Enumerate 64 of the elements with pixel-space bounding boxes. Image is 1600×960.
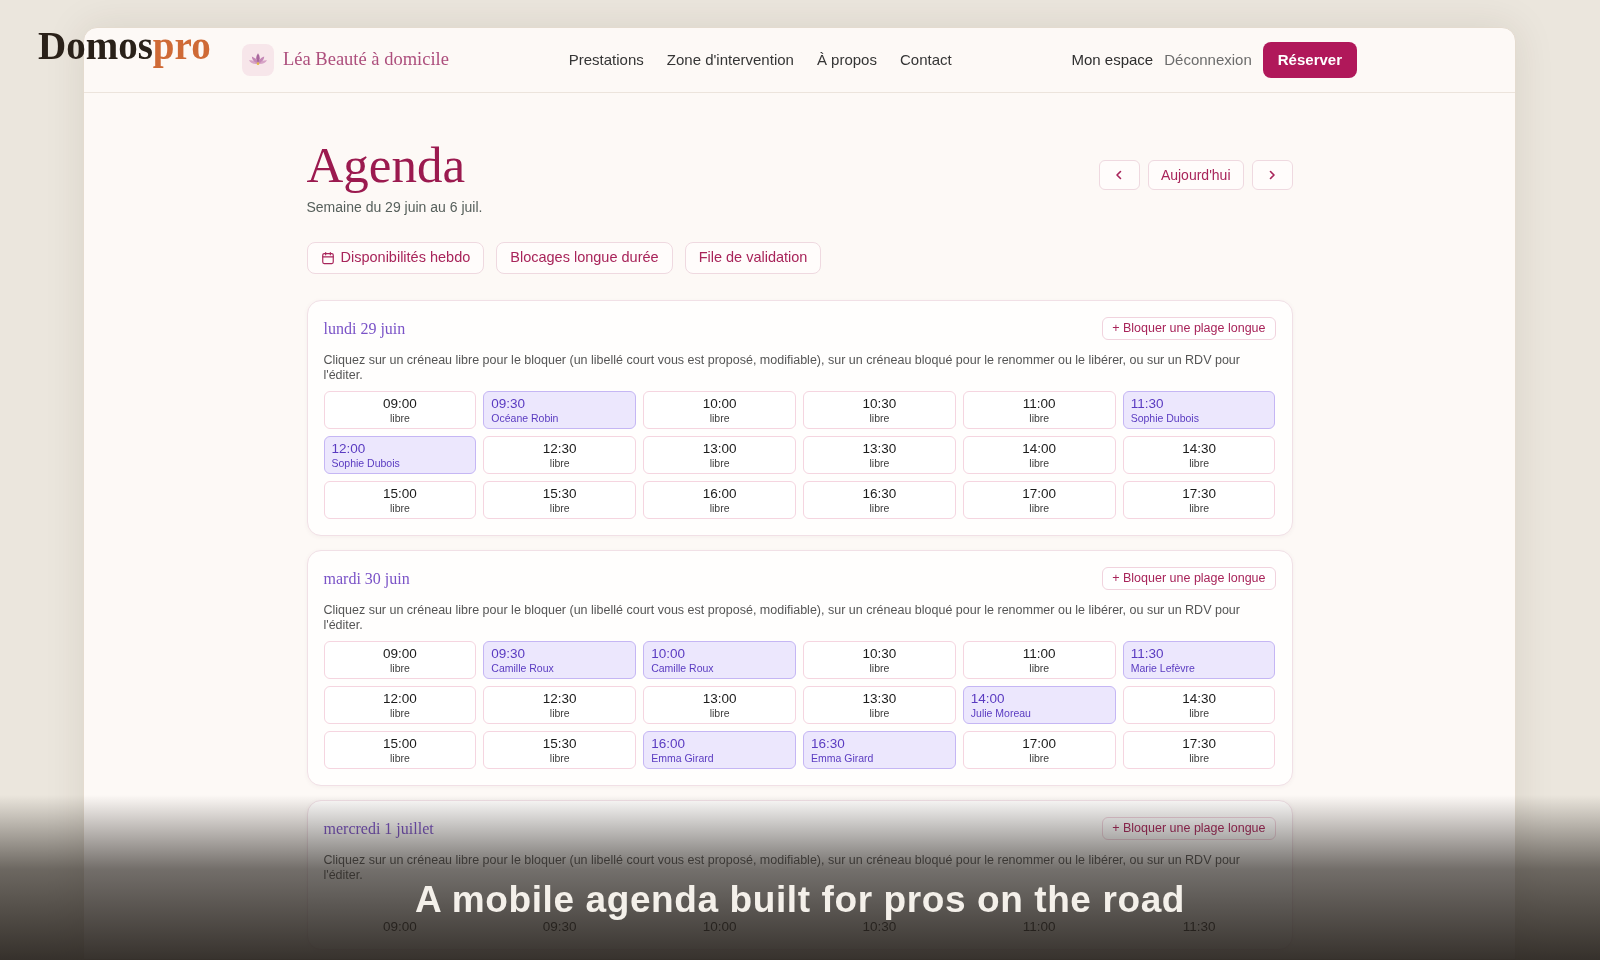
appointment-slot[interactable]: 10:00 Camille Roux bbox=[643, 641, 796, 679]
free-slot[interactable]: 16:30 libre bbox=[803, 481, 956, 519]
instruction-text: Cliquez sur un créneau libre pour le bloquer (un libellé court vous est proposé, modifiable), sur un créneau bloqué pour le renommer ou le libérer, ou sur un RDV pour l'éditer. bbox=[323, 853, 1241, 882]
free-slot[interactable]: 17:00 libre bbox=[962, 731, 1116, 769]
free-slot[interactable]: 12:30 libre bbox=[483, 436, 637, 474]
free-slot[interactable]: 17:00 libre bbox=[962, 481, 1116, 519]
day-title: lundi 29 juin bbox=[323, 318, 406, 340]
account-link[interactable]: Mon espace bbox=[1071, 48, 1154, 72]
free-slot[interactable]: 16:00 libre bbox=[643, 481, 796, 519]
free-slot[interactable]: 15:30 libre bbox=[483, 481, 637, 519]
nav-link[interactable]: Zone d'intervention bbox=[666, 48, 794, 72]
nav-link[interactable]: Contact bbox=[899, 48, 952, 72]
free-slot[interactable]: 09:00 libre bbox=[323, 641, 477, 679]
free-slot[interactable]: 13:00 libre bbox=[643, 686, 796, 724]
previous-week-button[interactable] bbox=[1098, 160, 1140, 190]
book-button[interactable]: Réserver bbox=[1262, 42, 1357, 78]
free-slot[interactable]: 12:00 libre bbox=[323, 686, 477, 724]
free-slot[interactable]: 12:30 libre bbox=[483, 686, 637, 724]
free-slot[interactable]: 14:00 libre bbox=[962, 436, 1116, 474]
day-title: mardi 30 juin bbox=[323, 568, 410, 590]
free-slot[interactable]: 15:30 libre bbox=[483, 731, 637, 769]
calendar-icon bbox=[320, 251, 335, 265]
brand-name[interactable]: Léa Beauté à domicile bbox=[283, 46, 449, 74]
appointment-slot[interactable]: 16:30 Emma Girard bbox=[803, 731, 956, 769]
free-slot[interactable]: 10:30 libre bbox=[803, 391, 956, 429]
free-slot[interactable]: 10:00 libre bbox=[643, 391, 796, 429]
nav-link[interactable]: Prestations bbox=[568, 48, 644, 72]
instruction-text: Cliquez sur un créneau libre pour le bloquer (un libellé court vous est proposé, modifiable), sur un créneau bloqué pour le renommer ou le libérer, ou sur un RDV pour l'éditer. bbox=[323, 353, 1241, 382]
appointment-slot[interactable]: 16:00 Emma Girard bbox=[643, 731, 796, 769]
toolbar-button[interactable]: Blocages longue durée bbox=[496, 242, 673, 274]
toolbar-button[interactable]: Disponibilités hebdo bbox=[306, 242, 485, 274]
free-slot[interactable]: 14:30 libre bbox=[1122, 436, 1276, 474]
nav-link[interactable]: À propos bbox=[816, 48, 877, 72]
block-range-button[interactable]: + Bloquer une plage longue bbox=[1102, 817, 1276, 840]
free-slot[interactable]: 09:00 libre bbox=[323, 391, 477, 429]
lotus-icon bbox=[242, 44, 274, 76]
appointment-slot[interactable]: 12:00 Sophie Dubois bbox=[323, 436, 477, 474]
toolbar-button[interactable]: File de validation bbox=[684, 242, 822, 274]
week-subtitle: Semaine du 29 juin au 6 juil. bbox=[306, 198, 483, 217]
appointment-slot[interactable]: 09:30 Camille Roux bbox=[483, 641, 637, 679]
free-slot[interactable]: 13:00 libre bbox=[643, 436, 796, 474]
appointment-slot[interactable]: 11:30 Sophie Dubois bbox=[1122, 391, 1276, 429]
appointment-slot[interactable]: 14:00 Julie Moreau bbox=[962, 686, 1116, 724]
free-slot[interactable]: 11:00 libre bbox=[962, 391, 1116, 429]
free-slot[interactable]: 15:00 libre bbox=[323, 481, 477, 519]
block-range-button[interactable]: + Bloquer une plage longue bbox=[1102, 317, 1276, 340]
free-slot[interactable]: 11:00 libre bbox=[962, 641, 1116, 679]
free-slot[interactable]: 17:30 libre bbox=[1122, 731, 1276, 769]
day-title: mercredi 1 juillet bbox=[323, 818, 434, 840]
free-slot[interactable]: 17:30 libre bbox=[1122, 481, 1276, 519]
today-button[interactable]: Aujourd'hui bbox=[1147, 160, 1244, 190]
next-week-button[interactable] bbox=[1251, 160, 1293, 190]
page-title: Agenda bbox=[306, 139, 466, 191]
appointment-slot[interactable]: 09:30 Océane Robin bbox=[483, 391, 637, 429]
free-slot[interactable]: 15:00 libre bbox=[323, 731, 477, 769]
logout-link[interactable]: Déconnexion bbox=[1164, 48, 1252, 72]
block-range-button[interactable]: + Bloquer une plage longue bbox=[1102, 567, 1276, 590]
instruction-text: Cliquez sur un créneau libre pour le bloquer (un libellé court vous est proposé, modifiable), sur un créneau bloqué pour le renommer ou le libérer, ou sur un RDV pour l'éditer. bbox=[323, 603, 1241, 632]
free-slot[interactable]: 13:30 libre bbox=[803, 686, 956, 724]
video-caption: A mobile agenda built for pros on the road bbox=[415, 884, 1185, 921]
free-slot[interactable]: 13:30 libre bbox=[803, 436, 956, 474]
free-slot[interactable]: 14:30 libre bbox=[1122, 686, 1276, 724]
free-slot[interactable]: 10:30 libre bbox=[803, 641, 956, 679]
appointment-slot[interactable]: 11:30 Marie Lefèvre bbox=[1122, 641, 1276, 679]
